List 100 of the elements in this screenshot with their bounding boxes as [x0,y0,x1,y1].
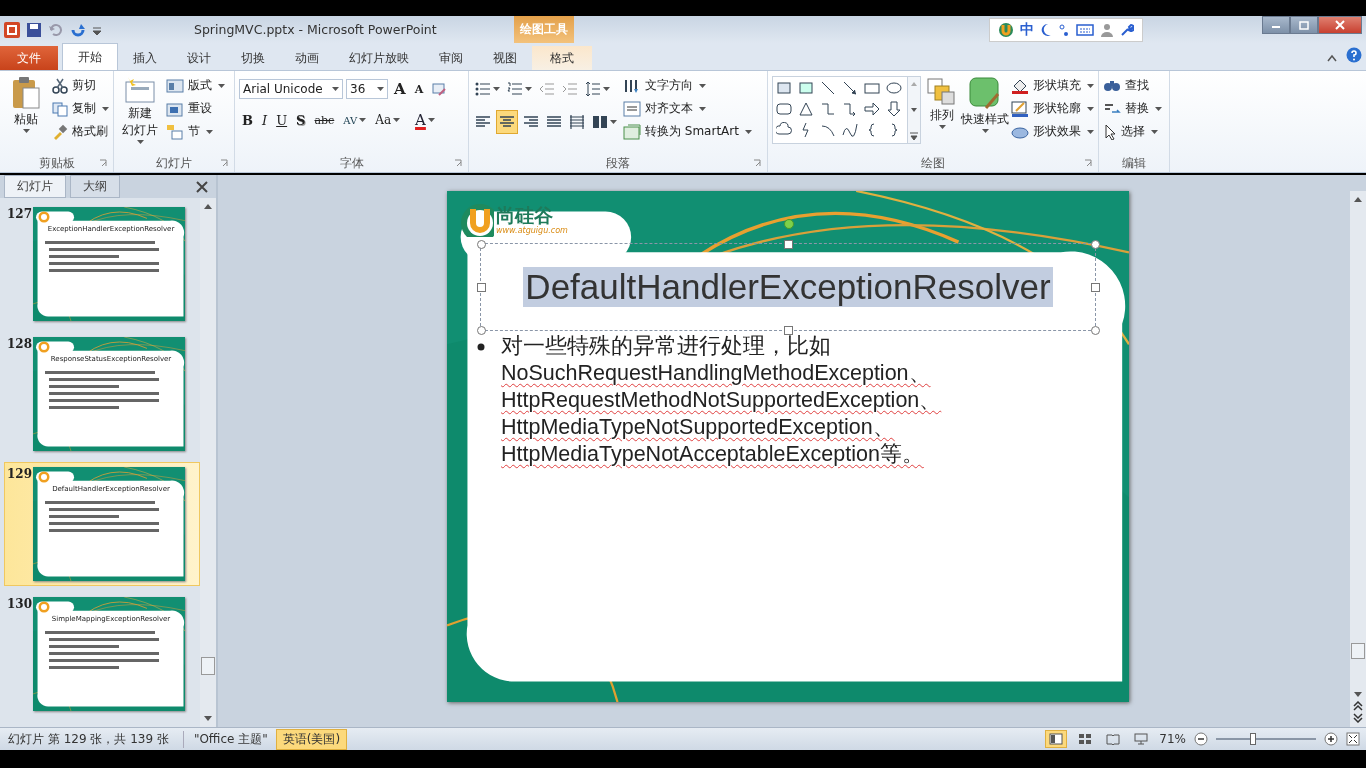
more-icon[interactable] [908,131,920,141]
italic-button[interactable]: I [259,110,271,130]
resize-handle[interactable] [1091,283,1100,292]
font-color-button[interactable]: A [412,110,438,130]
ribbon-button[interactable]: 重设 [166,99,225,118]
scroll-down-icon[interactable] [1353,691,1363,699]
zoom-slider-thumb[interactable] [1250,733,1256,745]
change-case-button[interactable]: Aa [372,110,404,130]
dialog-launcher-icon[interactable] [753,159,761,167]
ribbon-tab[interactable]: 幻灯片放映 [334,46,424,70]
right-arrow-icon[interactable] [864,101,880,117]
dialog-launcher-icon[interactable] [1084,159,1092,167]
resize-handle[interactable] [1091,326,1100,335]
ribbon-button[interactable]: 版式 [166,76,225,95]
strikethrough-button[interactable]: abc [311,110,338,130]
ime-logo-icon[interactable] [998,21,1014,38]
resize-handle[interactable] [1091,240,1100,249]
ribbon-button[interactable]: 选择 [1103,122,1162,141]
rotate-handle[interactable] [784,219,794,229]
ribbon-tab[interactable]: 开始 [62,43,118,70]
ribbon-tab[interactable]: 格式 [532,46,592,70]
ribbon-tab[interactable]: 审阅 [424,46,478,70]
underline-button[interactable]: U [273,110,291,130]
oval-icon[interactable] [886,80,902,96]
ribbon-button[interactable]: 查找 [1103,76,1162,95]
rectangle-icon[interactable] [864,80,880,96]
ribbon-tab[interactable]: 插入 [118,46,172,70]
scrollbar[interactable] [1350,191,1366,727]
next-slide-icon[interactable] [1353,713,1363,723]
scroll-thumb[interactable] [201,657,215,675]
grow-font-button[interactable]: A [391,79,409,99]
scroll-up-icon[interactable] [1353,195,1363,203]
moon-icon[interactable] [1040,22,1052,37]
resize-handle[interactable] [784,240,793,249]
slide-sorter-icon[interactable] [1078,733,1093,745]
arc-icon[interactable] [820,122,836,138]
dialog-launcher-icon[interactable] [454,159,462,167]
font-name-field[interactable]: Arial Unicode [239,79,343,99]
ribbon-button[interactable]: 粘贴 [4,74,48,154]
shapes-gallery[interactable] [772,76,921,144]
keyboard-icon[interactable] [1076,22,1094,37]
maximize-button[interactable] [1290,16,1318,34]
pane-tab[interactable]: 幻灯片 [4,175,66,198]
rounded-rectangle-icon[interactable] [776,101,792,117]
ribbon-tab[interactable]: 视图 [478,46,532,70]
down-arrow-icon[interactable] [886,101,902,117]
scroll-thumb[interactable] [1351,643,1365,659]
help-icon[interactable] [1346,47,1362,63]
resize-handle[interactable] [477,240,486,249]
ribbon-button[interactable]: 新建 幻灯片 [118,74,162,154]
ribbon-tab[interactable]: 切换 [226,46,280,70]
fit-to-window-icon[interactable] [1346,732,1360,746]
align-center-button[interactable] [496,110,518,134]
resize-handle[interactable] [477,283,486,292]
zoom-level[interactable]: 71% [1159,732,1186,746]
dialog-launcher-icon[interactable] [99,159,107,167]
resize-handle[interactable] [784,326,793,335]
elbow-arrow-icon[interactable] [842,101,858,117]
bold-button[interactable]: B [239,110,256,130]
ribbon-button[interactable]: 转换为 SmartArt [623,122,752,141]
shadow-button[interactable]: S [293,110,309,130]
ribbon-tab[interactable]: 动画 [280,46,334,70]
ribbon-button[interactable]: 格式刷 [52,122,109,141]
ribbon-button[interactable]: 节 [166,122,225,141]
text-box-icon[interactable] [776,80,792,96]
minimize-button[interactable] [1262,16,1290,34]
vertical-text-box-icon[interactable] [798,80,814,96]
ribbon-button[interactable]: 复制 [52,99,109,118]
ribbon-tab[interactable]: 文件 [0,46,58,70]
close-pane-icon[interactable] [196,181,208,193]
zoom-in-icon[interactable] [1324,732,1338,746]
ribbon-button[interactable]: 快速样式 [963,74,1007,154]
ribbon-button[interactable]: 形状效果 [1011,122,1094,141]
scroll-up-icon[interactable] [203,202,213,210]
ribbon-button[interactable]: 替换 [1103,99,1162,118]
reading-view-icon[interactable] [1106,733,1121,745]
pane-tab[interactable]: 大纲 [70,175,120,198]
resize-handle[interactable] [477,326,486,335]
font-size-field[interactable]: 36 [346,79,388,99]
zoom-out-icon[interactable] [1194,732,1208,746]
collapse-ribbon-icon[interactable] [1326,53,1338,63]
line-icon[interactable] [820,80,836,96]
ribbon-button[interactable]: 形状填充 [1011,76,1094,95]
shrink-font-button[interactable]: A [411,79,427,99]
ribbon-button[interactable]: 排列 [925,74,959,154]
ribbon-button[interactable]: 文字方向 [623,76,752,95]
arrow-icon[interactable] [842,80,858,96]
wrench-icon[interactable] [1120,22,1134,37]
ribbon-button[interactable]: 对齐文本 [623,99,752,118]
ime-mode[interactable]: 中 [1020,20,1034,39]
save-icon[interactable] [26,21,42,38]
user-icon[interactable] [1100,22,1114,37]
scrollbar[interactable] [200,198,216,727]
app-icon[interactable] [4,21,20,38]
elbow-connector-icon[interactable] [820,101,836,117]
character-spacing-button[interactable]: AV [340,110,370,130]
cloud-icon[interactable] [776,122,792,138]
close-button[interactable] [1318,16,1362,34]
previous-slide-icon[interactable] [1353,701,1363,711]
triangle-icon[interactable] [798,101,814,117]
